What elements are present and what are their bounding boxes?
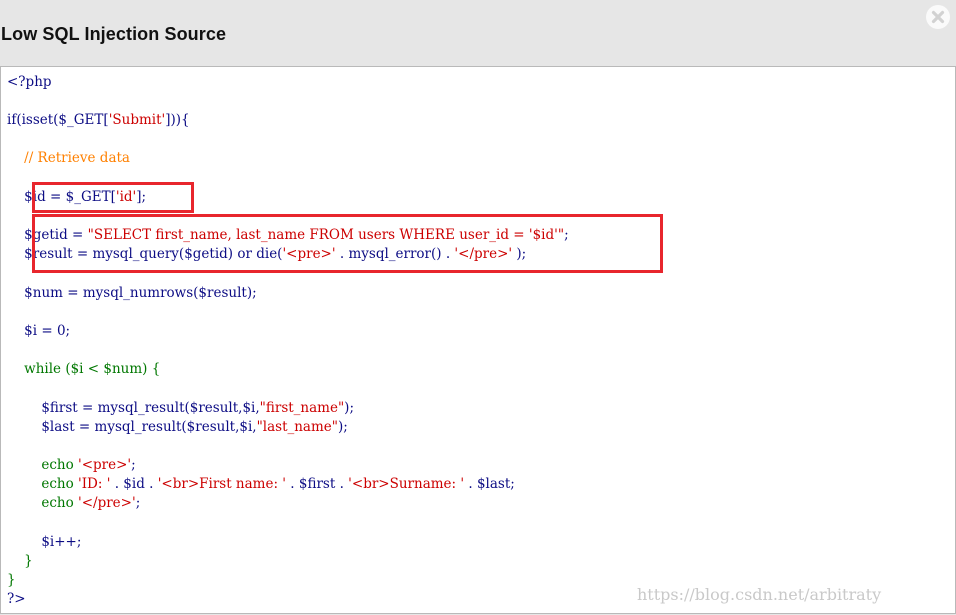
code-panel: <?php if(isset($_GET['Submit'])){ // Ret…	[0, 66, 956, 614]
code-token: '<br>Surname: '	[348, 476, 465, 492]
code-token: "SELECT first_name, last_name FROM users…	[87, 227, 565, 243]
code-line: <?php	[7, 73, 52, 92]
code-token: '</pre>'	[78, 495, 136, 511]
code-token: }	[7, 572, 16, 588]
code-token: "last_name"	[256, 419, 338, 435]
code-line: $i = 0;	[7, 322, 70, 341]
code-token: ;	[131, 457, 136, 473]
code-token: "first_name"	[259, 400, 345, 416]
code-token: if(isset($_GET[	[7, 112, 109, 128]
code-token: $i = 0;	[7, 323, 71, 339]
close-icon	[931, 10, 945, 24]
code-line: $first = mysql_result($result,$i,"first_…	[7, 399, 354, 418]
code-line: while ($i < $num) {	[7, 360, 160, 379]
code-line: echo '</pre>';	[7, 494, 140, 513]
code-token: $num = mysql_numrows($result);	[7, 285, 257, 301]
code-token: <?php	[7, 74, 52, 90]
code-token: 'id'	[115, 189, 137, 205]
code-token: while ($i < $num) {	[7, 361, 161, 377]
code-line: $i++;	[7, 533, 81, 552]
code-token: '</pre>'	[454, 246, 513, 262]
code-token: );	[512, 246, 527, 262]
code-line: echo 'ID: ' . $id . '<br>First name: ' .…	[7, 475, 515, 494]
code-token: . mysql_error() .	[335, 246, 455, 262]
code-line: ?>	[7, 590, 26, 609]
code-line: if(isset($_GET['Submit'])){	[7, 111, 190, 130]
code-token: . $first .	[286, 476, 349, 492]
code-token: '<pre>'	[282, 246, 336, 262]
code-line: }	[7, 552, 33, 571]
code-token: ?>	[7, 591, 26, 607]
code-line: $id = $_GET['id'];	[7, 188, 146, 207]
code-token: ;	[564, 227, 569, 243]
code-token: $id = $_GET[	[7, 189, 116, 205]
code-line: echo '<pre>';	[7, 456, 136, 475]
watermark: https://blog.csdn.net/arbitraty	[637, 585, 882, 604]
code-token: ;	[135, 495, 141, 511]
code-token: echo	[7, 476, 78, 492]
source-viewer-window: Low SQL Injection Source <?php if(isset(…	[0, 0, 956, 615]
code-line: // Retrieve data	[7, 149, 130, 168]
code-token: $getid =	[7, 227, 88, 243]
code-line: $last = mysql_result($result,$i,"last_na…	[7, 418, 348, 437]
code-line: $num = mysql_numrows($result);	[7, 284, 257, 303]
code-line: $result = mysql_query($getid) or die('<p…	[7, 245, 526, 264]
code-token: );	[337, 419, 348, 435]
code-token: );	[344, 400, 354, 416]
code-token: . $last;	[464, 476, 515, 492]
code-token: ])){	[165, 112, 190, 128]
code-token: ];	[136, 189, 147, 205]
code-token: echo	[7, 457, 78, 473]
code-token: // Retrieve data	[7, 150, 130, 166]
code-token: $i++;	[7, 534, 82, 550]
code-token: $result = mysql_query($getid) or die(	[7, 246, 283, 262]
code-token: }	[7, 553, 33, 569]
code-token: 'Submit'	[108, 112, 166, 128]
code-token: 'ID: '	[78, 476, 111, 492]
code-line: }	[7, 571, 16, 590]
close-button[interactable]	[926, 5, 950, 29]
page-title: Low SQL Injection Source	[1, 24, 227, 44]
code-token: echo	[7, 495, 78, 511]
code-token: '<pre>'	[78, 457, 132, 473]
code-token: $last = mysql_result($result,$i,	[7, 419, 257, 435]
code-line: $getid = "SELECT first_name, last_name F…	[7, 226, 569, 245]
title-bar: Low SQL Injection Source	[0, 0, 956, 66]
code-token: '<br>First name: '	[157, 476, 287, 492]
code-token: . $id .	[110, 476, 158, 492]
code-token: $first = mysql_result($result,$i,	[7, 400, 260, 416]
